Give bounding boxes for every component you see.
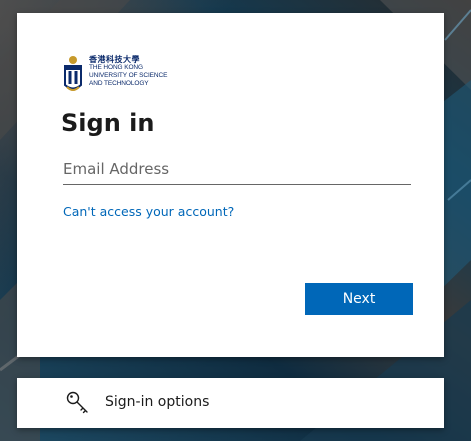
signin-card: 香港科技大學 THE HONG KONG UNIVERSITY OF SCIEN…: [17, 13, 444, 357]
logo-english-line1: THE HONG KONG: [89, 64, 143, 71]
next-button[interactable]: Next: [305, 283, 413, 315]
signin-options-label: Sign-in options: [105, 394, 210, 410]
cant-access-account-link[interactable]: Can't access your account?: [63, 204, 234, 219]
logo-chinese-name: 香港科技大學: [89, 55, 140, 64]
university-logo: 香港科技大學 THE HONG KONG UNIVERSITY OF SCIEN…: [61, 55, 191, 95]
logo-english-line2: UNIVERSITY OF SCIENCE: [89, 72, 168, 79]
signin-options-button[interactable]: Sign-in options: [17, 378, 444, 428]
email-field[interactable]: [63, 153, 411, 185]
logo-english-line3: AND TECHNOLOGY: [89, 80, 149, 87]
key-icon: [66, 391, 88, 414]
hkust-crest-icon: [64, 56, 82, 91]
page-title: Sign in: [61, 109, 155, 137]
